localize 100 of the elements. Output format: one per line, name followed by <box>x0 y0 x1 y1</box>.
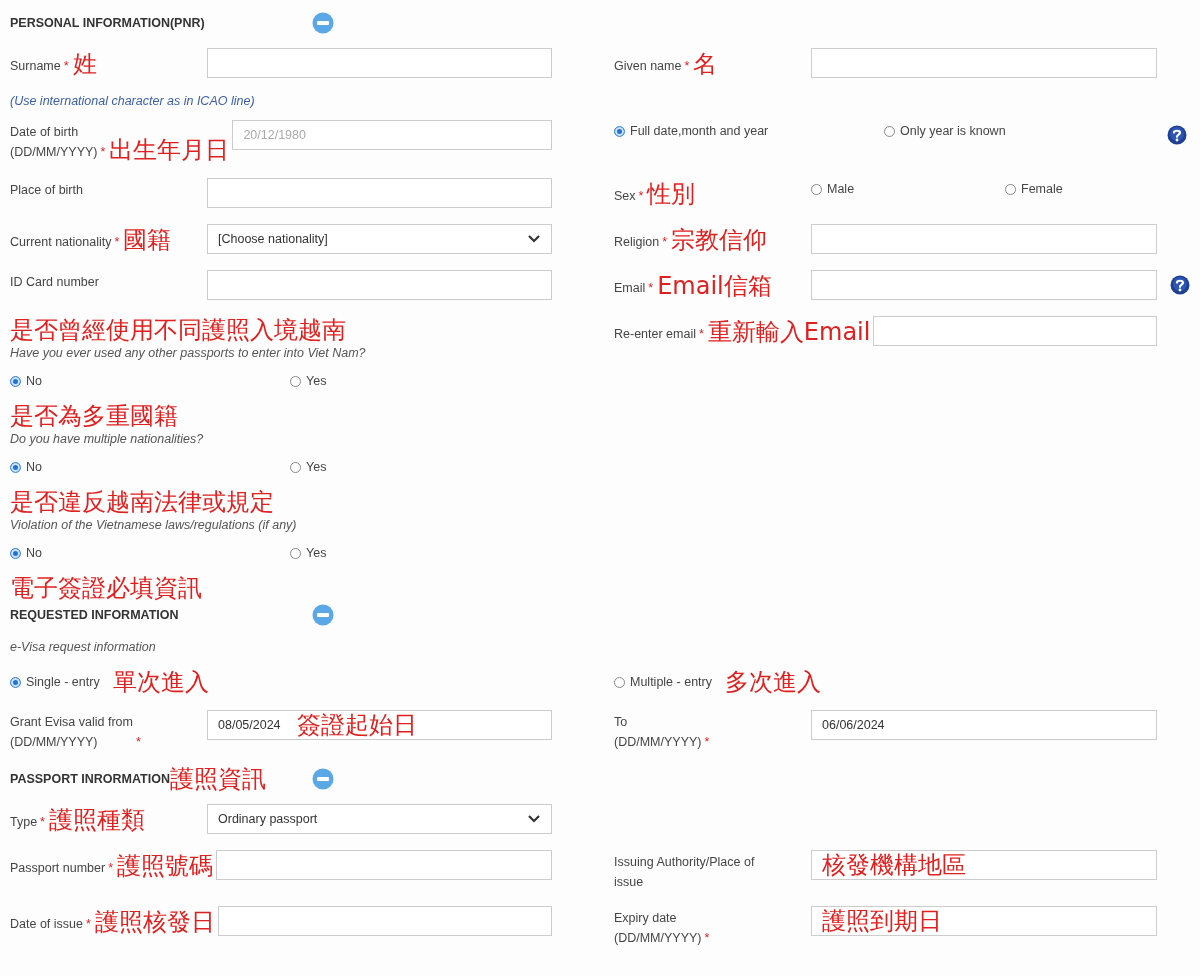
field-label: Surname <box>10 58 61 75</box>
field-label: To (DD/MM/YYYY) <box>614 714 702 751</box>
field-label: Email <box>614 280 646 297</box>
annotation-text: 簽證起始日 <box>296 711 417 739</box>
required-mark: * <box>108 861 114 875</box>
annotation-text: 護照到期日 <box>822 907 942 935</box>
radio-button[interactable] <box>10 461 21 473</box>
input-field[interactable]: 核發機構地區 <box>811 850 1157 880</box>
radio-button[interactable] <box>10 547 21 559</box>
required-mark: * <box>40 815 45 829</box>
field-label: Re-enter email <box>614 326 696 343</box>
radio-label[interactable]: Yes <box>306 460 327 474</box>
annotation-text: 姓 <box>72 50 97 78</box>
radio-label[interactable]: Yes <box>306 374 327 388</box>
field-label: Current nationality <box>10 234 112 251</box>
field-label: Grant Evisa valid from (DD/MM/YYYY) <box>10 714 133 751</box>
annotation-text: 國籍 <box>123 226 172 254</box>
section-title: PASSPORT INRORMATION <box>10 772 170 786</box>
radio-label[interactable]: Only year is known <box>900 124 1006 138</box>
radio-label[interactable]: Female <box>1021 182 1063 196</box>
required-mark: * <box>638 189 644 203</box>
collapse-icon[interactable] <box>312 768 334 790</box>
required-mark: * <box>114 235 120 249</box>
radio-button[interactable] <box>290 547 301 559</box>
question-text: Have you ever used any other passports to enter into Viet Nam? <box>10 346 367 360</box>
required-mark: * <box>63 59 69 73</box>
required-mark: * <box>699 327 704 341</box>
hint-text: (Use international character as in ICAO line) <box>10 94 256 108</box>
radio-button[interactable] <box>884 125 895 137</box>
help-icon[interactable] <box>1167 125 1187 145</box>
radio-button[interactable] <box>614 125 625 137</box>
collapse-icon[interactable] <box>312 604 334 626</box>
radio-button[interactable] <box>811 183 822 195</box>
required-mark: * <box>704 931 710 945</box>
required-mark: * <box>648 281 654 295</box>
field-label: Sex <box>614 188 636 205</box>
annotation-text: 護照號碼 <box>117 852 214 880</box>
radio-button[interactable] <box>10 375 21 387</box>
annotation-text: 性別 <box>647 180 696 208</box>
input-field[interactable] <box>217 906 552 936</box>
input-field[interactable] <box>207 270 552 300</box>
annotation-text: 名 <box>693 50 718 78</box>
input-field[interactable] <box>811 48 1157 78</box>
annotation-text: 出生年月日 <box>109 136 230 164</box>
annotation-text: 是否為多重國籍 <box>10 402 179 430</box>
required-mark: * <box>135 735 141 749</box>
input-field[interactable] <box>207 48 552 78</box>
dropdown[interactable]: [Choose nationality] <box>207 224 552 254</box>
dropdown[interactable]: Ordinary passport <box>207 804 552 834</box>
required-mark: * <box>85 917 91 931</box>
field-label: ID Card number <box>10 274 99 291</box>
annotation-text: 護照核發日 <box>94 908 215 936</box>
radio-button[interactable] <box>290 461 301 473</box>
annotation-text: Email信箱 <box>657 272 772 300</box>
required-mark: * <box>684 59 690 73</box>
annotation-text: 多次進入 <box>725 668 821 696</box>
radio-button[interactable] <box>614 676 625 688</box>
annotation-text: 重新輸入Email <box>707 318 871 346</box>
radio-button[interactable] <box>10 676 21 688</box>
input-field[interactable] <box>811 224 1157 254</box>
section-title: REQUESTED INFORMATION <box>10 608 179 622</box>
radio-label[interactable]: Male <box>827 182 855 196</box>
field-label: Date of birth (DD/MM/YYYY) <box>10 124 98 161</box>
input-field[interactable]: 06/06/2024 <box>811 710 1157 740</box>
input-field[interactable] <box>873 316 1157 346</box>
field-label: Expiry date (DD/MM/YYYY) <box>614 910 702 947</box>
question-text: Do you have multiple nationalities? <box>10 432 205 446</box>
chevron-down-icon <box>527 234 541 244</box>
radio-button[interactable] <box>290 375 301 387</box>
annotation-text: 核發機構地區 <box>822 851 966 879</box>
field-label: Religion <box>614 234 660 251</box>
collapse-icon[interactable] <box>312 12 334 34</box>
input-field[interactable] <box>811 270 1157 300</box>
question-text: Violation of the Vietnamese laws/regulations (if any) <box>10 518 298 532</box>
annotation-text: 是否違反越南法律或規定 <box>10 488 275 516</box>
field-label: Given name <box>614 58 682 75</box>
radio-label[interactable]: Single - entry <box>26 675 100 689</box>
input-field[interactable]: 08/05/2024 簽證起始日 <box>207 710 552 740</box>
radio-label[interactable]: No <box>26 546 42 560</box>
required-mark: * <box>100 145 106 159</box>
input-field[interactable]: 護照到期日 <box>811 906 1157 936</box>
radio-label[interactable]: No <box>26 460 42 474</box>
field-label: Type <box>10 814 38 831</box>
radio-label[interactable]: Full date,month and year <box>630 124 769 138</box>
chevron-down-icon <box>527 814 541 824</box>
input-field[interactable] <box>207 178 552 208</box>
annotation-text: 宗教信仰 <box>671 226 768 254</box>
radio-label[interactable]: No <box>26 374 42 388</box>
field-label: Issuing Authority/Place of issue <box>614 854 755 891</box>
help-icon[interactable] <box>1170 275 1190 295</box>
annotation-text: 護照種類 <box>49 806 145 834</box>
input-field[interactable] <box>216 850 552 880</box>
radio-label[interactable]: Yes <box>306 546 327 560</box>
subheading-text: e-Visa request information <box>10 640 157 654</box>
field-label: Place of birth <box>10 182 83 199</box>
radio-button[interactable] <box>1005 183 1016 195</box>
annotation-text: 電子簽證必填資訊 <box>10 574 203 602</box>
section-title: PERSONAL INFORMATION(PNR) <box>10 16 205 30</box>
required-mark: * <box>662 235 668 249</box>
radio-label[interactable]: Multiple - entry <box>630 675 712 689</box>
